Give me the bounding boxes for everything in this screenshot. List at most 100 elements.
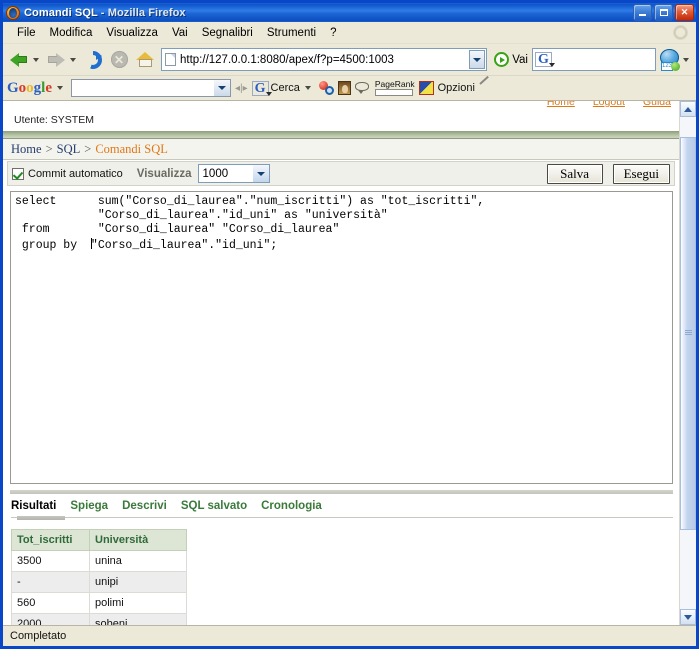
google-menu-chevron-down-icon[interactable] — [57, 86, 64, 90]
status-text: Completato — [10, 630, 67, 642]
minimize-icon — [639, 14, 646, 16]
sql-line-1: select sum("Corso_di_laurea"."num_iscrit… — [15, 195, 485, 208]
popup-blocker-icon[interactable] — [354, 81, 371, 95]
table-row: 3500 unina — [11, 550, 187, 572]
browser-viewport: Home Logout Guida Utente: SYSTEM Home > … — [3, 101, 696, 625]
save-button[interactable]: Salva — [546, 163, 603, 184]
address-bar[interactable]: http://127.0.0.1:8080/apex/f?p=4500:1003 — [161, 48, 488, 71]
page-vertical-scrollbar[interactable] — [679, 101, 696, 625]
toolbar-grip: ◂|▸ — [235, 82, 248, 94]
pen-icon[interactable] — [479, 82, 492, 95]
scrollbar-thumb[interactable] — [680, 136, 696, 531]
sql-editor[interactable]: select sum("Corso_di_laurea"."num_iscrit… — [10, 191, 673, 484]
back-history-chevron-down-icon[interactable] — [33, 57, 39, 62]
cell-tot-iscritti: 560 — [11, 592, 90, 614]
skype-chevron-down-icon[interactable] — [683, 57, 689, 62]
tab-descrivi[interactable]: Descrivi — [122, 500, 167, 512]
google-toolbar: Google ◂|▸ G Cerca PageRank Opzioni — [3, 76, 696, 101]
browser-window: Comandi SQL - Mozilla Firefox ✕ File Mod… — [0, 0, 699, 649]
google-options-button[interactable]: Opzioni — [438, 82, 475, 94]
stop-button: ✕ — [106, 47, 132, 73]
autocommit-label: Commit automatico — [28, 167, 123, 180]
sql-editor-content[interactable]: select sum("Corso_di_laurea"."num_iscrit… — [11, 192, 672, 253]
sql-line-2: "Corso_di_laurea"."id_uni" as "universit… — [15, 209, 388, 223]
google-logo: Google — [7, 79, 52, 96]
window-controls: ✕ — [633, 4, 694, 21]
scrollbar-track[interactable] — [680, 117, 696, 609]
google-g-small-icon: G — [251, 80, 272, 96]
breadcrumb-sql[interactable]: SQL — [57, 142, 81, 157]
back-button[interactable] — [6, 47, 32, 73]
tab-cronologia[interactable]: Cronologia — [261, 500, 322, 512]
close-button[interactable]: ✕ — [675, 4, 694, 21]
display-rows-chevron-down-icon[interactable] — [252, 165, 269, 182]
display-rows-value: 1000 — [202, 167, 229, 180]
url-history-chevron-down-icon[interactable] — [469, 50, 486, 69]
image-search-icon[interactable] — [337, 81, 351, 95]
cell-tot-iscritti: - — [11, 571, 90, 593]
skype-online-badge — [671, 61, 680, 71]
google-search-chevron-down-icon[interactable] — [304, 86, 311, 90]
google-options-label: Opzioni — [437, 82, 475, 94]
chevron-up-icon — [684, 106, 692, 112]
back-arrow-icon — [10, 52, 28, 67]
column-header-universita[interactable]: Università — [89, 529, 187, 551]
results-table-head: Tot_iscritti Università — [11, 529, 187, 551]
go-icon — [494, 52, 510, 67]
reload-icon — [84, 50, 102, 69]
logo-g1: G — [7, 79, 19, 96]
table-row: - unipi — [11, 571, 187, 593]
search-site-icon[interactable] — [318, 81, 334, 95]
home-button[interactable] — [132, 47, 158, 73]
run-button[interactable]: Esegui — [612, 163, 670, 184]
cell-universita: unina — [89, 550, 187, 572]
menu-modifica[interactable]: Modifica — [43, 25, 100, 41]
topnav-home-link[interactable]: Home — [547, 101, 575, 108]
go-button[interactable]: Vai — [490, 52, 532, 67]
display-rows-select[interactable]: 1000 — [197, 164, 270, 183]
menu-segnalibri[interactable]: Segnalibri — [195, 25, 260, 41]
window-title-main: Comandi SQL — [24, 6, 98, 19]
navigation-toolbar: ✕ http://127.0.0.1:8080/apex/f?p=4500:10… — [3, 44, 696, 76]
minimize-button[interactable] — [633, 4, 652, 21]
scroll-up-button[interactable] — [680, 101, 696, 117]
url-input[interactable]: http://127.0.0.1:8080/apex/f?p=4500:1003 — [180, 54, 469, 66]
menu-file[interactable]: File — [10, 25, 43, 41]
page-icon — [165, 53, 176, 66]
autocommit-checkbox[interactable] — [12, 167, 24, 180]
google-search-button[interactable]: G Cerca — [251, 80, 300, 96]
menu-strumenti[interactable]: Strumenti — [260, 25, 323, 41]
topnav-logout-link[interactable]: Logout — [593, 101, 625, 108]
skype-icon[interactable]: 123 — [659, 48, 681, 71]
breadcrumb-home[interactable]: Home — [11, 142, 42, 157]
caret-shape — [218, 86, 227, 90]
reload-button[interactable] — [80, 47, 106, 73]
window-title-suffix: - Mozilla Firefox — [97, 6, 186, 19]
pagerank-label: PageRank — [374, 78, 415, 89]
column-header-tot-iscritti[interactable]: Tot_iscritti — [11, 529, 90, 551]
breadcrumb-current: Comandi SQL — [95, 141, 168, 156]
tab-sql-salvato[interactable]: SQL salvato — [181, 500, 247, 512]
maximize-button[interactable] — [654, 4, 673, 21]
apex-top-navigation: Home Logout Guida — [547, 101, 671, 108]
highlight-icon[interactable] — [418, 81, 434, 95]
google-search-history-chevron-down-icon[interactable] — [214, 80, 231, 96]
cell-tot-iscritti: 3500 — [11, 550, 90, 572]
window-title: Comandi SQL - Mozilla Firefox — [24, 7, 186, 19]
home-icon — [135, 51, 155, 68]
search-input[interactable]: G — [532, 48, 656, 71]
menu-vai[interactable]: Vai — [165, 25, 195, 41]
sql-line-3: from "Corso_di_laurea" "Corso_di_laurea" — [15, 223, 340, 237]
results-table: Tot_iscritti Università 3500 unina - uni… — [11, 529, 187, 625]
forward-history-chevron-down-icon[interactable] — [70, 57, 76, 62]
sql-line-4-prefix: group by — [15, 238, 91, 252]
tab-risultati[interactable]: Risultati — [11, 500, 56, 512]
stop-icon: ✕ — [110, 51, 128, 68]
scroll-down-button[interactable] — [680, 609, 696, 625]
topnav-help-link[interactable]: Guida — [643, 101, 671, 108]
google-search-input[interactable] — [71, 79, 232, 97]
tab-spiega[interactable]: Spiega — [70, 500, 108, 512]
menu-help[interactable]: ? — [323, 25, 343, 41]
menu-visualizza[interactable]: Visualizza — [99, 25, 165, 41]
forward-button[interactable] — [43, 47, 69, 73]
